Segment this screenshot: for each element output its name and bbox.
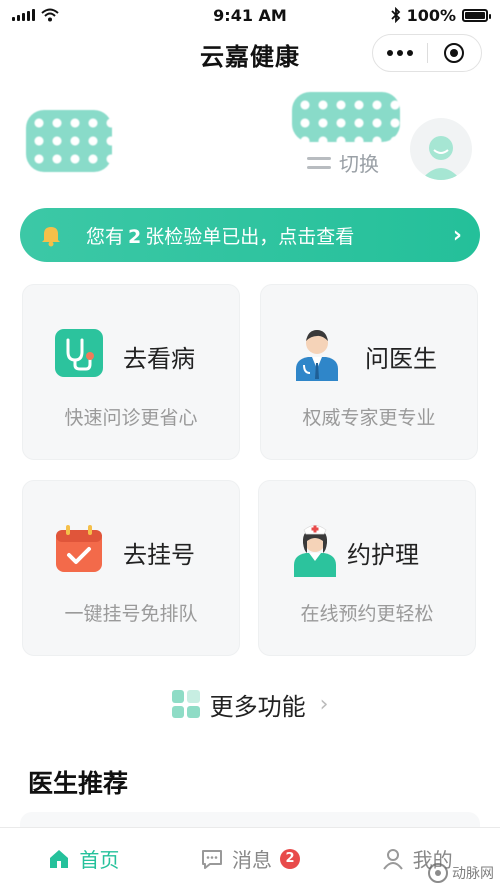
close-program-button[interactable] xyxy=(428,35,482,71)
nav-bar: 云嘉健康 xyxy=(0,30,500,78)
more-functions-link[interactable]: 更多功能 › xyxy=(0,684,500,724)
swap-icon xyxy=(305,153,333,173)
card-see-doctor[interactable]: 去看病 快速问诊更省心 xyxy=(22,284,240,460)
wifi-icon xyxy=(41,8,59,22)
card-title: 去挂号 xyxy=(123,541,195,569)
card-subtitle: 一键挂号免排队 xyxy=(64,603,198,625)
status-right: 100% xyxy=(390,5,491,25)
chevron-right-icon: › xyxy=(319,691,329,717)
obscured-user-name xyxy=(292,92,400,142)
page-title: 云嘉健康 xyxy=(200,42,300,71)
card-title: 约护理 xyxy=(347,541,419,569)
status-bar: 9:41 AM 100% xyxy=(0,0,500,30)
battery-icon xyxy=(462,8,491,22)
card-register[interactable]: 去挂号 一键挂号免排队 xyxy=(22,480,240,656)
message-badge: 2 xyxy=(280,848,300,869)
watermark-logo-icon xyxy=(428,863,448,883)
user-icon xyxy=(382,848,403,870)
card-subtitle: 权威专家更专业 xyxy=(302,407,436,429)
bell-icon xyxy=(42,227,60,247)
battery-percent: 100% xyxy=(406,5,456,25)
card-ask-doctor[interactable]: 问医生 权威专家更专业 xyxy=(260,284,478,460)
doctor-icon xyxy=(291,327,343,381)
more-functions-label: 更多功能 xyxy=(209,692,306,721)
banner-prefix: 您有 xyxy=(86,225,125,248)
switch-label: 切换 xyxy=(339,152,379,176)
section-title: 医生推荐 xyxy=(28,769,129,798)
tab-messages[interactable]: 消息 2 xyxy=(167,844,334,873)
banner-text: 您有 2 张检验单已出，点击查看 xyxy=(64,222,453,249)
banner-count: 2 xyxy=(128,225,142,248)
card-subtitle: 快速问诊更省心 xyxy=(64,407,198,429)
banner-suffix: 张检验单已出，点击查看 xyxy=(145,225,355,248)
user-avatar-icon xyxy=(421,136,461,180)
grid-icon xyxy=(171,690,200,718)
avatar[interactable] xyxy=(410,118,472,180)
obscured-user-info xyxy=(26,110,112,172)
card-book-nursing[interactable]: 约护理 在线预约更轻松 xyxy=(258,480,476,656)
calendar-check-icon xyxy=(53,523,105,575)
mini-program-capsule xyxy=(372,34,482,72)
status-left xyxy=(12,8,59,22)
report-notice-banner[interactable]: 您有 2 张检验单已出，点击查看 › xyxy=(20,208,480,262)
signal-icon xyxy=(12,9,35,21)
nurse-icon xyxy=(289,523,341,577)
watermark-text: 动脉网 xyxy=(452,866,494,882)
target-icon xyxy=(444,43,465,63)
home-icon xyxy=(50,849,69,868)
tab-bar: 首页 消息 2 我的 xyxy=(0,827,500,889)
bluetooth-icon xyxy=(390,7,400,23)
watermark: 动脉网 xyxy=(428,863,494,883)
tab-home[interactable]: 首页 xyxy=(0,844,167,873)
tab-label: 消息 xyxy=(232,848,272,872)
more-menu-button[interactable] xyxy=(373,35,427,71)
card-subtitle: 在线预约更轻松 xyxy=(300,603,434,625)
card-title: 去看病 xyxy=(123,345,195,373)
chevron-right-icon: › xyxy=(452,222,462,248)
tab-label: 首页 xyxy=(79,848,120,872)
message-icon xyxy=(202,849,222,869)
card-title: 问医生 xyxy=(365,345,437,373)
switch-account-button[interactable]: 切换 xyxy=(305,148,379,177)
stethoscope-icon xyxy=(53,327,105,379)
